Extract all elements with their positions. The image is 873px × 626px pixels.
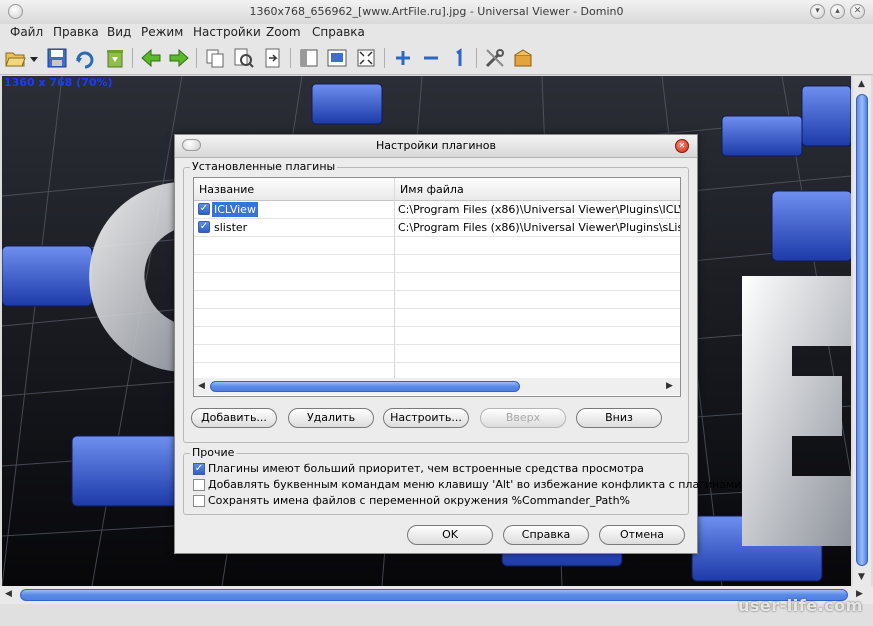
table-row[interactable]: ✓ slister C:\Program Files (x86)\Univers…: [194, 219, 680, 237]
remove-plugin-button[interactable]: Удалить: [288, 408, 374, 428]
zoom-1-icon[interactable]: [448, 47, 470, 69]
option-label: Плагины имеют больший приоритет, чем вст…: [208, 462, 644, 475]
plugin-checkbox[interactable]: ✓: [198, 203, 210, 215]
rotate-icon[interactable]: [74, 47, 96, 69]
fit-icon[interactable]: [326, 47, 348, 69]
plugin-icon[interactable]: [512, 47, 534, 69]
menu-edit[interactable]: Правка: [53, 25, 99, 39]
zoom-out-icon[interactable]: [420, 47, 442, 69]
goto-icon[interactable]: [262, 47, 284, 69]
plugin-settings-dialog: Настройки плагинов ✕ Установленные плаги…: [174, 134, 742, 554]
move-down-button[interactable]: Вниз: [576, 408, 662, 428]
empty-row: [194, 345, 680, 363]
table-row[interactable]: ✓ ICLView C:\Program Files (x86)\Univers…: [194, 201, 680, 219]
close-button[interactable]: ✕: [850, 4, 865, 19]
copy-icon[interactable]: [204, 47, 226, 69]
empty-row: [194, 273, 680, 291]
dialog-title-bar: Настройки плагинов ✕: [175, 135, 697, 158]
empty-row: [194, 237, 680, 255]
menu-mode[interactable]: Режим: [141, 25, 183, 39]
toolbar: [0, 42, 873, 75]
dialog-title: Настройки плагинов: [376, 139, 496, 152]
menu-view[interactable]: Вид: [107, 25, 131, 39]
minimize-button[interactable]: ▾: [810, 4, 825, 19]
table-horizontal-scrollbar[interactable]: ◀ ▶: [194, 378, 680, 395]
vertical-scrollbar[interactable]: ▲ ▼: [853, 76, 871, 586]
table-header: Название Имя файла: [194, 178, 680, 201]
back-arrow-icon[interactable]: [140, 47, 162, 69]
window-title: 1360x768_656962_[www.ArtFile.ru].jpg - U…: [249, 5, 624, 18]
save-icon[interactable]: [46, 47, 68, 69]
scroll-up-icon[interactable]: ▲: [858, 79, 865, 89]
scroll-down-icon[interactable]: ▼: [858, 572, 865, 582]
tools-icon[interactable]: [484, 47, 506, 69]
image-info-label: 1360 x 768 (70%): [4, 76, 113, 89]
installed-plugins-label: Установленные плагины: [190, 160, 338, 173]
column-header-name[interactable]: Название: [199, 183, 254, 196]
zoom-in-icon[interactable]: [392, 47, 414, 69]
recycle-icon[interactable]: [104, 47, 126, 69]
configure-plugin-button[interactable]: Настроить...: [383, 408, 469, 428]
empty-row: [194, 291, 680, 309]
plugin-name: ICLView: [212, 202, 258, 217]
move-up-button[interactable]: Вверх: [480, 408, 566, 428]
plugin-checkbox[interactable]: ✓: [198, 221, 210, 233]
menu-settings[interactable]: Настройки: [193, 25, 261, 39]
other-options-label: Прочие: [190, 446, 237, 459]
panel-icon[interactable]: [298, 47, 320, 69]
table-scroll-thumb[interactable]: [210, 381, 520, 392]
app-window: 1360x768_656962_[www.ArtFile.ru].jpg - U…: [0, 0, 873, 626]
empty-row: [194, 309, 680, 327]
maximize-button[interactable]: ▴: [830, 4, 845, 19]
vertical-scroll-thumb[interactable]: [856, 94, 868, 566]
column-header-filename[interactable]: Имя файла: [400, 183, 464, 196]
empty-row: [194, 255, 680, 273]
dropdown-arrow-icon[interactable]: [28, 47, 40, 69]
title-bar: 1360x768_656962_[www.ArtFile.ru].jpg - U…: [0, 0, 873, 25]
watermark: user-life.com: [738, 596, 863, 615]
plugins-table: Название Имя файла ✓ ICLView C:\Program …: [193, 177, 681, 397]
plugin-name: slister: [214, 221, 248, 234]
help-button[interactable]: Справка: [503, 525, 589, 545]
plugin-file: C:\Program Files (x86)\Universal Viewer\…: [398, 203, 680, 216]
scroll-left-icon[interactable]: ◀: [5, 589, 12, 599]
cancel-button[interactable]: Отмена: [599, 525, 685, 545]
option-checkbox[interactable]: [193, 479, 205, 491]
dialog-close-button[interactable]: ✕: [675, 139, 689, 153]
table-scroll-left-icon[interactable]: ◀: [198, 381, 205, 391]
plugin-file: C:\Program Files (x86)\Universal Viewer\…: [398, 221, 680, 234]
menu-file[interactable]: Файл: [10, 25, 43, 39]
option-checkbox[interactable]: ✓: [193, 463, 205, 475]
horizontal-scroll-thumb[interactable]: [20, 589, 848, 601]
add-plugin-button[interactable]: Добавить...: [191, 408, 277, 428]
menu-help[interactable]: Справка: [312, 25, 365, 39]
open-icon[interactable]: [4, 47, 26, 69]
table-scroll-right-icon[interactable]: ▶: [666, 381, 673, 391]
option-label: Добавлять буквенным командам меню клавиш…: [208, 478, 742, 491]
menu-bar: Файл Правка Вид Режим Настройки Zoom Спр…: [0, 24, 873, 42]
forward-arrow-icon[interactable]: [168, 47, 190, 69]
option-label: Сохранять имена файлов с переменной окру…: [208, 494, 630, 507]
menu-zoom[interactable]: Zoom: [266, 25, 301, 39]
option-checkbox[interactable]: [193, 495, 205, 507]
empty-row: [194, 327, 680, 345]
fullscreen-icon[interactable]: [355, 47, 377, 69]
ok-button[interactable]: OK: [407, 525, 493, 545]
preview-icon[interactable]: [232, 47, 254, 69]
